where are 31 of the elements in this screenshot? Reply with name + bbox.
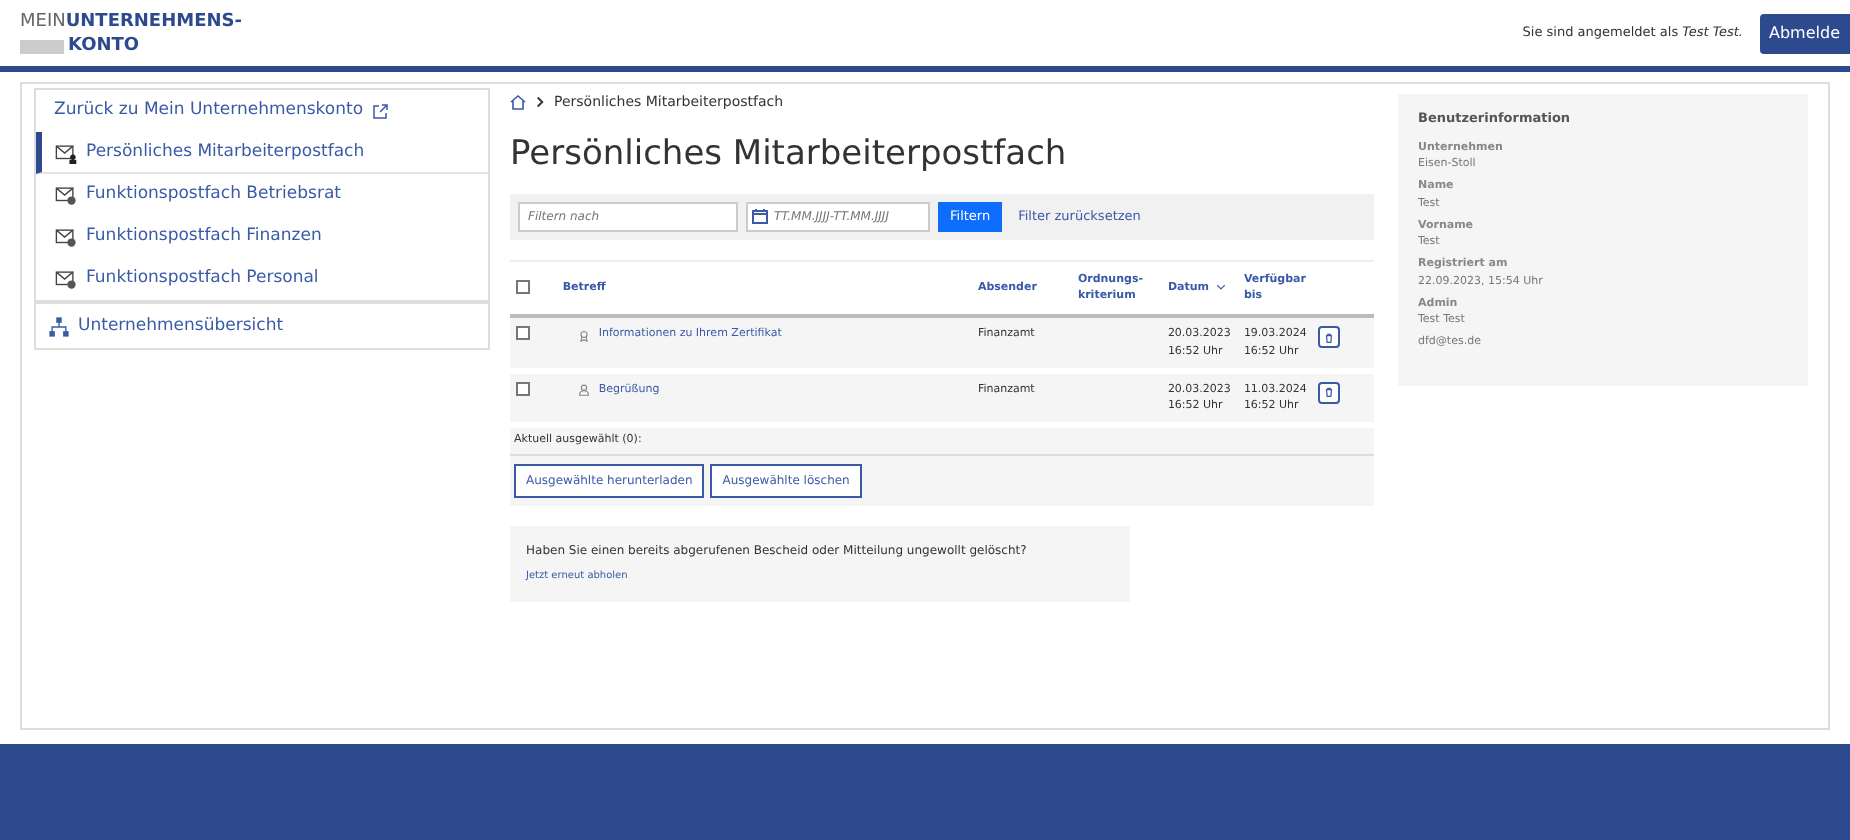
logout-button[interactable]: Abmelde: [1759, 13, 1850, 53]
mail-icon: [54, 141, 78, 163]
logo-bar: [20, 39, 64, 54]
trash-icon: [1324, 331, 1335, 344]
sidebar-item[interactable]: Persönliches Mitarbeiterpostfach: [36, 132, 488, 174]
mail-icon: [54, 226, 78, 248]
sidebar-item[interactable]: Funktionspostfach Betriebsrat: [36, 174, 488, 216]
chevron-icon: [534, 96, 546, 109]
hierarchy-icon: [48, 315, 70, 337]
back-link[interactable]: Zurück zu Mein Unternehmenskonto: [54, 98, 364, 124]
logo-text: KONTO: [68, 37, 140, 56]
logo-text: MEIN: [20, 10, 66, 37]
sidebar-item[interactable]: Funktionspostfach Personal: [36, 258, 488, 300]
calendar-icon: [752, 208, 768, 225]
person-icon: [578, 384, 591, 397]
sidebar-item[interactable]: Unternehmensübersicht: [34, 302, 490, 350]
checkbox[interactable]: [516, 326, 530, 341]
external-link-icon: [371, 103, 388, 119]
sidebar-item[interactable]: Funktionspostfach Finanzen: [36, 216, 488, 258]
mail-icon: [54, 184, 78, 206]
delete-button[interactable]: [1318, 326, 1341, 349]
checkbox[interactable]: [516, 280, 530, 294]
checkbox[interactable]: [516, 381, 530, 396]
page-title: Persönliches Mitarbeiterpostfach: [510, 133, 1069, 174]
trash-icon: [1324, 386, 1335, 399]
logo-text: UNTERNEHMENS-: [65, 14, 242, 33]
home-icon: [510, 94, 526, 111]
mail-icon: [54, 268, 78, 290]
award-icon: [578, 329, 591, 342]
delete-button[interactable]: [1318, 381, 1341, 404]
caret-icon: [1215, 282, 1225, 292]
